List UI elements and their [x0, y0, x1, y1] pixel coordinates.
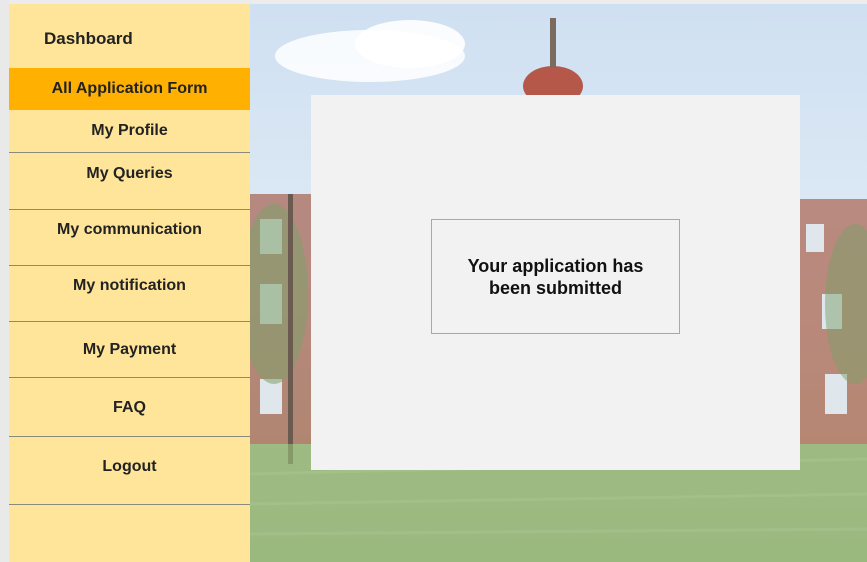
sidebar-item-logout[interactable]: Logout: [9, 447, 250, 487]
sidebar-item-faq[interactable]: FAQ: [9, 388, 250, 428]
sidebar-item-my-profile[interactable]: My Profile: [9, 112, 250, 150]
sidebar-item-my-communication[interactable]: My communication: [9, 210, 250, 250]
divider: [9, 152, 250, 153]
divider: [9, 321, 250, 322]
sidebar-item-my-queries[interactable]: My Queries: [9, 154, 250, 194]
submission-message: Your application has been submitted: [467, 255, 644, 298]
divider: [9, 504, 250, 505]
sidebar-item-all-application-form[interactable]: All Application Form: [9, 68, 250, 110]
divider: [9, 377, 250, 378]
submission-message-box: Your application has been submitted: [431, 219, 680, 334]
left-gutter: [0, 0, 9, 562]
sidebar-dashboard[interactable]: Dashboard: [9, 24, 250, 54]
divider: [9, 436, 250, 437]
sidebar-item-my-payment[interactable]: My Payment: [9, 330, 250, 370]
sidebar: Dashboard All Application Form My Profil…: [9, 4, 250, 562]
sidebar-item-my-notification[interactable]: My notification: [9, 266, 250, 306]
